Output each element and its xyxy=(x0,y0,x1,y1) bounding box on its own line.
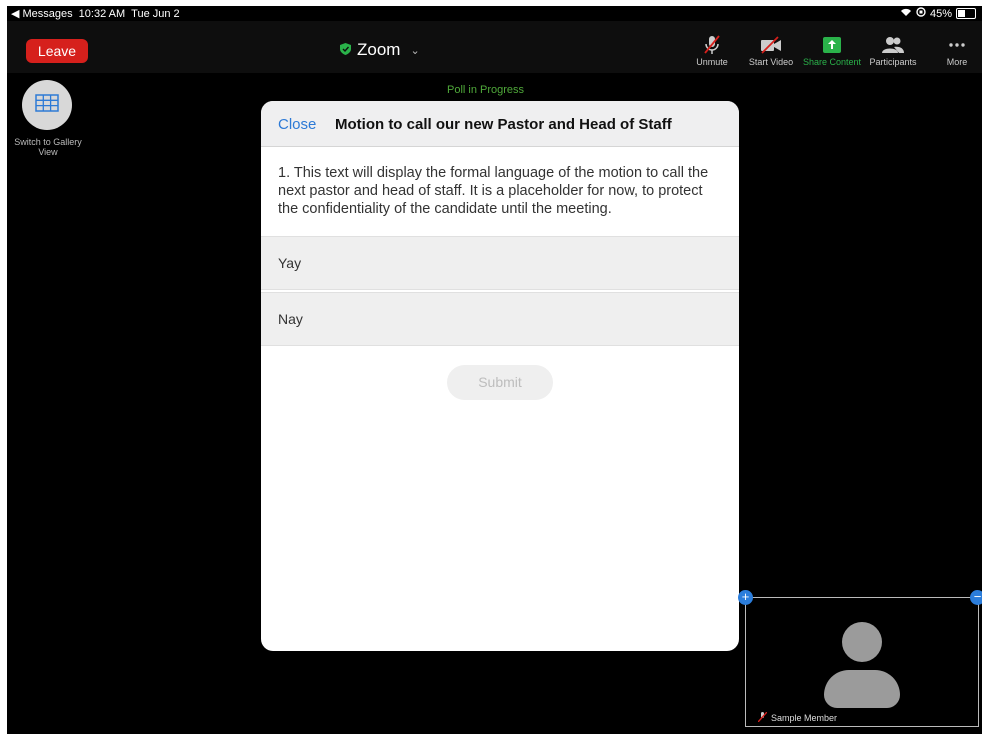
battery-icon xyxy=(956,8,976,19)
gallery-view-label: Switch to Gallery View xyxy=(14,137,82,157)
more-button[interactable]: More xyxy=(922,34,982,67)
poll-option-yay[interactable]: Yay xyxy=(261,236,739,290)
share-icon xyxy=(797,34,867,56)
wifi-icon xyxy=(900,7,912,20)
share-content-button[interactable]: Share Content xyxy=(797,34,867,67)
status-date: Tue Jun 2 xyxy=(131,7,180,20)
plus-icon: + xyxy=(741,589,750,604)
more-label: More xyxy=(946,57,968,67)
chevron-down-icon: ⌄ xyxy=(410,44,420,57)
muted-mic-icon xyxy=(757,711,768,724)
meeting-title[interactable]: Zoom ⌄ xyxy=(340,40,420,60)
shield-icon xyxy=(340,40,351,60)
video-off-icon xyxy=(736,34,806,56)
avatar xyxy=(842,622,882,662)
poll-title: Motion to call our new Pastor and Head o… xyxy=(335,116,672,133)
poll-header: Close Motion to call our new Pastor and … xyxy=(261,101,739,147)
share-content-label: Share Content xyxy=(802,57,862,67)
poll-option-label: Yay xyxy=(278,255,302,271)
meeting-toolbar: Leave Zoom ⌄ Unmute Start Video Share Co… xyxy=(7,21,982,73)
poll-dialog: Close Motion to call our new Pastor and … xyxy=(261,101,739,651)
leave-button[interactable]: Leave xyxy=(26,39,88,63)
start-video-label: Start Video xyxy=(748,57,794,67)
grid-icon xyxy=(35,93,59,117)
poll-question: 1. This text will display the formal lan… xyxy=(278,165,709,217)
avatar-body xyxy=(824,670,900,708)
poll-option-label: Nay xyxy=(278,311,303,327)
status-bar: ◀ Messages 10:32 AM Tue Jun 2 45% xyxy=(7,6,982,21)
participants-button[interactable]: Participants xyxy=(858,34,928,67)
start-video-button[interactable]: Start Video xyxy=(736,34,806,67)
unmute-label: Unmute xyxy=(696,57,728,67)
minus-icon: − xyxy=(973,589,982,604)
minimize-view-button[interactable]: − xyxy=(970,590,982,605)
close-button[interactable]: Close xyxy=(278,116,316,133)
poll-status: Poll in Progress xyxy=(447,84,525,96)
participants-icon xyxy=(858,34,928,56)
switch-to-gallery-button[interactable] xyxy=(22,80,72,130)
member-name: Sample Member xyxy=(771,713,838,723)
status-time: 10:32 AM xyxy=(78,7,126,20)
battery-percent: 45% xyxy=(929,7,952,20)
poll-option-nay[interactable]: Nay xyxy=(261,292,739,346)
participants-label: Participants xyxy=(869,57,917,67)
expand-view-button[interactable]: + xyxy=(738,590,753,605)
meeting-title-label: Zoom xyxy=(357,40,401,59)
submit-button[interactable]: Submit xyxy=(447,365,553,400)
member-name-tag: Sample Member xyxy=(757,711,838,724)
self-view-tile[interactable]: Sample Member xyxy=(745,597,979,727)
more-dots-icon xyxy=(922,34,982,56)
back-to-messages[interactable]: ◀ Messages xyxy=(11,7,73,20)
screen: ◀ Messages 10:32 AM Tue Jun 2 45% Leave … xyxy=(7,6,982,734)
orientation-lock-icon xyxy=(916,7,926,20)
